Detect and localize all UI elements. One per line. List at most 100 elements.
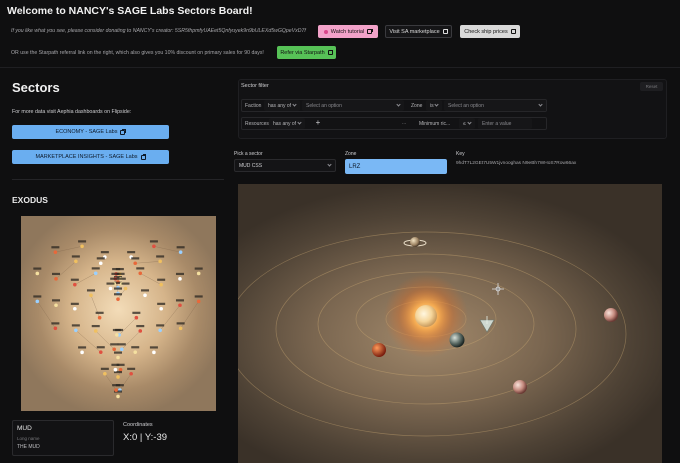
watch-tutorial-button[interactable]: Watch tutorial <box>318 25 378 38</box>
long-name-label: Long name <box>17 436 40 441</box>
solar-system-view[interactable] <box>238 184 662 463</box>
donate-text: If you like what you see, please conside… <box>11 28 306 34</box>
sector-node[interactable] <box>78 346 87 355</box>
header-divider <box>0 67 680 68</box>
referral-text: OR use the Starpath referral link on the… <box>11 50 264 56</box>
economy-button[interactable]: ECONOMY - SAGE Labs <box>12 125 169 139</box>
long-name-value: THE MUD <box>17 444 40 450</box>
sector-node[interactable] <box>71 324 80 333</box>
sector-node[interactable] <box>131 346 140 354</box>
planet-pink-bottom[interactable] <box>513 380 527 394</box>
sector-map[interactable] <box>21 216 216 411</box>
sector-node[interactable] <box>175 299 184 308</box>
min-richness-operator-select[interactable]: ≤ <box>459 118 475 129</box>
sector-node[interactable] <box>106 282 115 291</box>
sector-node[interactable] <box>121 282 130 291</box>
sector-node[interactable] <box>33 267 42 276</box>
external-link-icon <box>510 28 517 34</box>
external-link-icon <box>327 49 334 55</box>
sector-node[interactable] <box>176 322 185 331</box>
sector-node[interactable] <box>127 367 136 376</box>
heart-sector-svg <box>33 240 203 399</box>
sector-node[interactable] <box>96 346 105 354</box>
sector-node[interactable] <box>100 367 109 376</box>
resources-add-button[interactable]: + <box>313 118 323 128</box>
sector-node[interactable] <box>156 324 165 333</box>
flipside-info: For more data visit Aephia dashboards on… <box>12 109 132 115</box>
chevron-down-icon <box>292 102 297 107</box>
sector-connections <box>37 246 199 391</box>
sector-name: MUD <box>17 425 32 432</box>
sector-node[interactable] <box>175 272 184 281</box>
sector-node[interactable] <box>111 363 120 372</box>
planet-teal[interactable] <box>449 332 465 348</box>
sector-node[interactable] <box>131 257 140 266</box>
faction-operator-select[interactable]: has any of <box>264 100 300 111</box>
planet-red[interactable] <box>372 343 386 357</box>
sector-node[interactable] <box>157 302 166 311</box>
sector-node[interactable] <box>176 246 185 254</box>
pick-sector-label: Pick a sector <box>234 151 263 157</box>
sector-node[interactable] <box>156 255 165 264</box>
chevron-down-icon <box>434 102 439 107</box>
external-link-icon <box>120 129 126 135</box>
external-link-icon <box>442 28 449 34</box>
ringed-planet[interactable] <box>403 237 427 247</box>
sector-node[interactable] <box>194 295 203 304</box>
sa-marketplace-button[interactable]: Visit SA marketplace <box>385 25 452 38</box>
chevron-down-icon <box>396 102 401 107</box>
sectors-title: Sectors <box>12 80 60 95</box>
sector-node[interactable] <box>110 343 119 352</box>
sector-node[interactable] <box>70 302 79 311</box>
key-label: Key <box>456 151 465 157</box>
sector-node[interactable] <box>91 324 100 333</box>
sector-node[interactable] <box>52 272 61 281</box>
external-link-icon <box>140 154 147 160</box>
sector-node[interactable] <box>91 267 100 276</box>
sector-node[interactable] <box>114 370 122 379</box>
sun[interactable] <box>415 305 437 327</box>
marketplace-insights-button[interactable]: MARKETPLACE INSIGHTS - SAGE Labs <box>12 150 169 164</box>
sector-node[interactable] <box>117 343 126 352</box>
sector-node[interactable] <box>86 289 95 298</box>
refer-starpath-button[interactable]: Refer via Starpath <box>277 46 336 59</box>
sector-info-card: MUD Long name THE MUD <box>12 420 114 456</box>
resources-label: Resources <box>245 121 269 127</box>
faction-value-select[interactable]: Select an option <box>302 100 404 111</box>
page-title: Welcome to NANCY's SAGE Labs Sectors Boa… <box>7 5 253 17</box>
sector-node[interactable] <box>149 346 158 355</box>
sector-node[interactable] <box>141 289 150 298</box>
min-richness-value-input[interactable]: Enter a value <box>478 118 532 129</box>
ship-prices-button[interactable]: Check ship prices <box>460 25 520 38</box>
reset-button[interactable]: Reset <box>640 82 663 91</box>
sector-node[interactable] <box>51 246 60 254</box>
resources-operator-select[interactable]: has any of <box>269 118 305 129</box>
sector-node[interactable] <box>95 311 104 320</box>
coordinates-value: X:0 | Y:-39 <box>123 432 168 443</box>
sector-select[interactable]: MUD CSS <box>234 159 336 172</box>
station-icon[interactable] <box>492 283 504 295</box>
zone-operator-select[interactable]: is <box>426 100 442 111</box>
sector-node[interactable] <box>194 267 203 276</box>
sector-node[interactable] <box>33 295 42 304</box>
sidebar-divider <box>12 179 224 180</box>
planet-pink-right[interactable] <box>604 308 618 322</box>
zone-value-select[interactable]: Select an option <box>444 100 546 111</box>
chevron-down-icon <box>467 120 472 125</box>
sector-node[interactable] <box>157 278 166 287</box>
sector-node[interactable] <box>51 322 60 331</box>
sector-node[interactable] <box>132 311 141 320</box>
sector-node[interactable] <box>114 293 122 301</box>
external-link-icon <box>367 28 373 34</box>
sector-node[interactable] <box>96 257 105 266</box>
record-dot-icon <box>323 29 328 34</box>
min-richness-label: Minimum ric... <box>419 121 451 127</box>
sector-node[interactable] <box>52 299 61 308</box>
chevron-down-icon <box>538 102 543 107</box>
sector-node[interactable] <box>114 351 122 360</box>
sector-node[interactable] <box>70 278 79 287</box>
zone-display: LRZ <box>345 159 447 174</box>
sector-node[interactable] <box>71 255 80 264</box>
sector-node[interactable] <box>136 324 145 333</box>
sector-node[interactable] <box>136 267 145 276</box>
